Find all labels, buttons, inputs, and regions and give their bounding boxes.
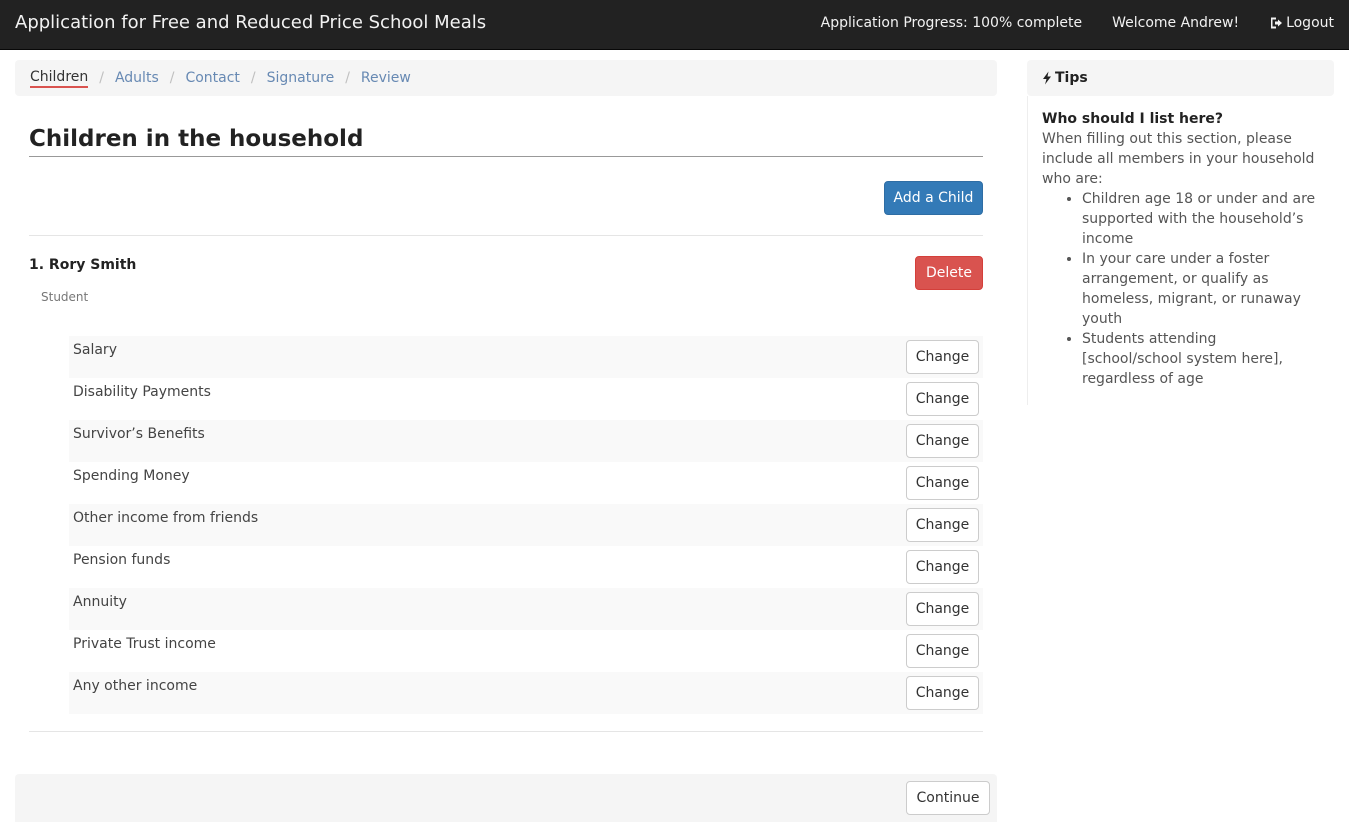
logout-label: Logout — [1286, 15, 1334, 31]
change-salary-button[interactable]: Change — [906, 340, 979, 374]
tips-body: Who should I list here? When filling out… — [1027, 96, 1334, 405]
income-label: Any other income — [73, 678, 198, 694]
income-label: Survivor’s Benefits — [73, 426, 205, 442]
breadcrumb-separator: / — [169, 70, 175, 86]
income-row-salary: Salary Change — [69, 336, 983, 378]
change-annuity-button[interactable]: Change — [906, 592, 979, 626]
change-any-other-income-button[interactable]: Change — [906, 676, 979, 710]
income-row-any-other-income: Any other income Change — [69, 672, 983, 714]
application-progress: Application Progress: 100% complete — [820, 15, 1083, 31]
change-disability-payments-button[interactable]: Change — [906, 382, 979, 416]
income-label: Spending Money — [73, 468, 190, 484]
page-title: Children in the household — [29, 126, 364, 152]
breadcrumb-separator: / — [99, 70, 104, 86]
tips-intro: When filling out this section, please in… — [1042, 131, 1315, 187]
breadcrumb-adults[interactable]: Adults — [115, 70, 159, 86]
breadcrumb-separator: / — [345, 70, 350, 86]
tips-list-item: Students attending [school/school system… — [1082, 329, 1320, 389]
income-label: Private Trust income — [73, 636, 216, 652]
income-row-other-income-friends: Other income from friends Change — [69, 504, 983, 546]
tips-title: Tips — [1055, 70, 1088, 86]
change-survivors-benefits-button[interactable]: Change — [906, 424, 979, 458]
change-private-trust-income-button[interactable]: Change — [906, 634, 979, 668]
breadcrumb-review[interactable]: Review — [361, 70, 411, 86]
tips-header: Tips — [1027, 60, 1334, 96]
change-other-income-friends-button[interactable]: Change — [906, 508, 979, 542]
change-spending-money-button[interactable]: Change — [906, 466, 979, 500]
logout-icon — [1269, 16, 1283, 30]
child-name: 1. Rory Smith — [29, 257, 137, 273]
income-label: Annuity — [73, 594, 127, 610]
continue-button[interactable]: Continue — [906, 781, 990, 815]
add-child-button[interactable]: Add a Child — [884, 181, 983, 215]
income-row-disability-payments: Disability Payments Change — [69, 378, 983, 420]
income-label: Pension funds — [73, 552, 171, 568]
change-pension-funds-button[interactable]: Change — [906, 550, 979, 584]
income-row-pension-funds: Pension funds Change — [69, 546, 983, 588]
tips-panel: Tips Who should I list here? When fillin… — [1027, 60, 1334, 405]
tips-list-item: In your care under a foster arrangement,… — [1082, 249, 1320, 329]
income-label: Salary — [73, 342, 117, 358]
breadcrumb-contact[interactable]: Contact — [185, 70, 239, 86]
income-row-private-trust-income: Private Trust income Change — [69, 630, 983, 672]
section-divider — [29, 731, 983, 732]
tips-question: Who should I list here? — [1042, 111, 1224, 127]
income-source-list: Salary Change Disability Payments Change… — [69, 336, 983, 714]
income-row-survivors-benefits: Survivor’s Benefits Change — [69, 420, 983, 462]
tips-list-item: Children age 18 or under and are support… — [1082, 189, 1320, 249]
form-footer: Continue — [15, 774, 997, 822]
navbar-right: Application Progress: 100% complete Welc… — [821, 15, 1334, 31]
breadcrumb-separator: / — [250, 70, 256, 86]
app-title: Application for Free and Reduced Price S… — [15, 12, 487, 33]
tips-list: Children age 18 or under and are support… — [1068, 189, 1320, 389]
income-label: Other income from friends — [73, 510, 259, 526]
breadcrumb: Children / Adults / Contact / Signature … — [15, 60, 997, 96]
breadcrumb-signature[interactable]: Signature — [267, 70, 335, 86]
title-divider — [29, 156, 983, 157]
child-role: Student — [41, 290, 89, 304]
income-row-annuity: Annuity Change — [69, 588, 983, 630]
section-divider — [29, 235, 983, 236]
breadcrumb-children[interactable]: Children — [30, 69, 89, 88]
income-label: Disability Payments — [73, 384, 211, 400]
top-navbar: Application for Free and Reduced Price S… — [0, 0, 1349, 50]
logout-link[interactable]: Logout — [1269, 15, 1334, 31]
bolt-icon — [1042, 71, 1052, 85]
delete-child-button[interactable]: Delete — [915, 256, 983, 290]
income-row-spending-money: Spending Money Change — [69, 462, 983, 504]
welcome-message: Welcome Andrew! — [1112, 15, 1240, 31]
